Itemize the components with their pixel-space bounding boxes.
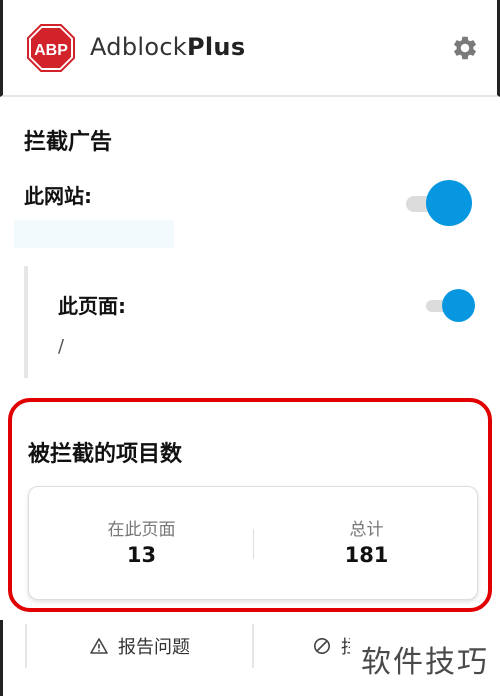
page-block: 此页面: / (24, 266, 484, 378)
svg-text:ABP: ABP (34, 42, 68, 59)
site-domain-field (14, 220, 174, 248)
stat-this-page-label: 在此页面 (107, 520, 176, 540)
page-toggle[interactable] (424, 289, 476, 323)
blocked-items-title: 被拦截的项目数 (28, 442, 183, 467)
block-icon (314, 638, 330, 654)
stat-total: 总计 181 (254, 487, 479, 601)
stat-this-page-value: 13 (126, 543, 157, 567)
stat-this-page: 在此页面 13 (29, 487, 254, 601)
brand-prefix: Adblock (90, 33, 188, 61)
warning-icon (90, 638, 108, 654)
adblock-plus-logo: ABP (27, 24, 75, 72)
page-label: 此页面: (58, 294, 126, 318)
stat-total-label: 总计 (349, 520, 384, 540)
site-toggle[interactable] (404, 180, 474, 226)
watermark: 软件技巧 (350, 622, 500, 696)
footer-separator-left (25, 624, 27, 668)
brand-name: AdblockPlus (90, 33, 245, 61)
popup-header: ABP AdblockPlus (0, 0, 500, 97)
stat-total-value: 181 (344, 543, 389, 567)
footer-separator-mid (252, 624, 254, 668)
page-path: / (58, 336, 65, 357)
brand-bold: Plus (187, 33, 246, 61)
blocked-items-panel: 被拦截的项目数 在此页面 13 总计 181 (8, 398, 492, 612)
site-toggle-knob (426, 180, 472, 226)
blocked-stats-card: 在此页面 13 总计 181 (28, 486, 478, 600)
block-ads-title: 拦截广告 (24, 130, 113, 155)
report-issue-button[interactable]: 报告问题 (29, 620, 251, 672)
report-issue-label: 报告问题 (118, 637, 190, 658)
site-label: 此网站: (24, 184, 92, 208)
page-toggle-knob (442, 289, 475, 322)
gear-icon[interactable] (451, 34, 479, 62)
